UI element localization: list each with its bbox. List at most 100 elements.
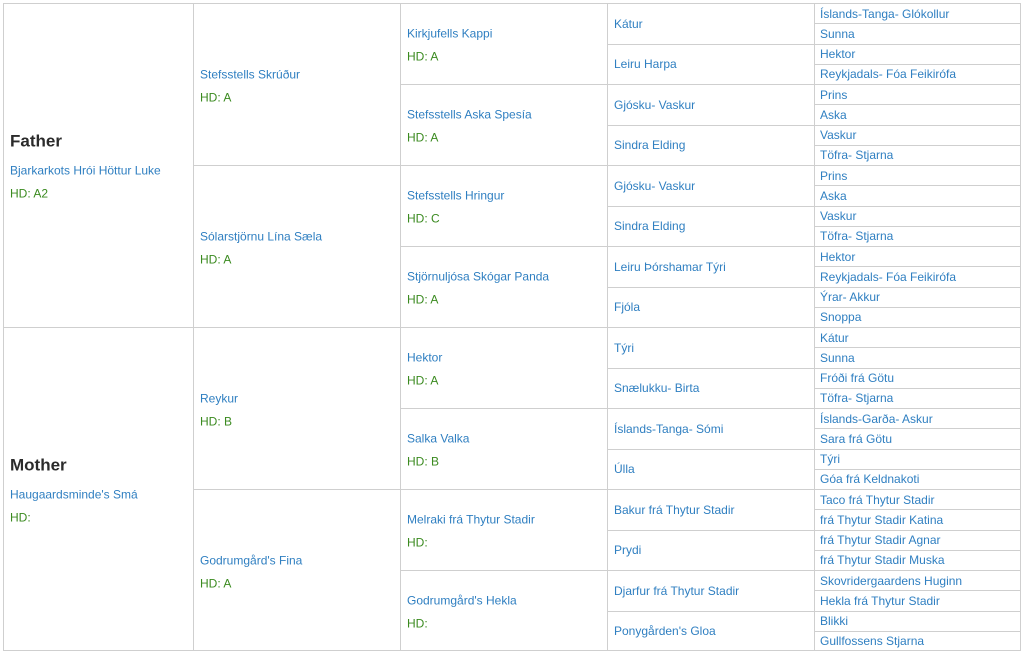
gen3-cell: Stefsstells Hringur HD: C [400, 165, 607, 246]
horse-name-link[interactable]: Fróði frá Götu [820, 371, 894, 385]
horse-name-link[interactable]: Týri [614, 341, 634, 355]
horse-name-link[interactable]: Bjarkarkots Hrói Höttur Luke [10, 163, 161, 177]
horse-name-link[interactable]: Reykjadals- Fóa Feikirófa [820, 270, 956, 284]
horse-name-link[interactable]: Töfra- Stjarna [820, 229, 893, 243]
horse-name-link[interactable]: frá Thytur Stadir Muska [820, 553, 945, 567]
horse-name-link[interactable]: Týri [820, 452, 840, 466]
horse-name-link[interactable]: Ponygården's Gloa [614, 624, 716, 638]
hd-score: HD: C [407, 211, 440, 226]
horse-name-link[interactable]: Hektor [407, 351, 442, 365]
gen4-cell: Ponygården's Gloa [607, 610, 814, 651]
horse-name-link[interactable]: Aska [820, 108, 847, 122]
horse-name-link[interactable]: Godrumgård's Hekla [407, 594, 517, 608]
gen5-cell: Reykjadals- Fóa Feikirófa [814, 266, 1021, 287]
cell-content: Skovridergaardens Huginn [820, 572, 1017, 590]
horse-name-link[interactable]: Kátur [614, 17, 643, 31]
horse-name-link[interactable]: Melraki frá Thytur Stadir [407, 513, 535, 527]
horse-name-link[interactable]: Sólarstjörnu Lína Sæla [200, 229, 322, 243]
horse-name-link[interactable]: Íslands-Tanga- Sómi [614, 422, 723, 436]
horse-name-link[interactable]: Sindra Elding [614, 219, 685, 233]
gen5-cell: Ýrar- Akkur [814, 286, 1021, 307]
horse-name-link[interactable]: Prins [820, 169, 847, 183]
horse-name-link[interactable]: Stefsstells Aska Spesía [407, 108, 532, 122]
gen5-cell: Hektor [814, 43, 1021, 64]
gen4-cell: Úlla [607, 448, 814, 489]
cell-content: frá Thytur Stadir Muska [820, 551, 1017, 569]
horse-name-link[interactable]: Stjörnuljósa Skógar Panda [407, 270, 549, 284]
horse-name-link[interactable]: Salka Valka [407, 432, 469, 446]
cell-content: Fjóla [614, 298, 810, 316]
horse-name-link[interactable]: Gjósku- Vaskur [614, 179, 695, 193]
horse-name-link[interactable]: Haugaardsminde's Smá [10, 487, 138, 501]
gen5-cell: Gullfossens Stjarna [814, 630, 1021, 651]
cell-content: Snoppa [820, 308, 1017, 326]
cell-content: Sunna [820, 349, 1017, 367]
cell-content: Aska [820, 187, 1017, 205]
cell-content: Gullfossens Stjarna [820, 632, 1017, 650]
horse-name-link[interactable]: Skovridergaardens Huginn [820, 574, 962, 588]
horse-name-link[interactable]: Sara frá Götu [820, 432, 892, 446]
cell-content: Íslands-Garða- Askur [820, 410, 1017, 428]
horse-name-link[interactable]: Leiru Þórshamar Týri [614, 260, 726, 274]
cell-content: Gjósku- Vaskur [614, 96, 810, 114]
horse-name-link[interactable]: Hekla frá Thytur Stadir [820, 594, 940, 608]
horse-name-link[interactable]: Íslands-Tanga- Glókollur [820, 7, 949, 21]
horse-name-link[interactable]: Snoppa [820, 310, 861, 324]
horse-name-link[interactable]: Vaskur [820, 209, 856, 223]
horse-name-link[interactable]: Sunna [820, 351, 855, 365]
horse-name-link[interactable]: Kirkjufells Kappi [407, 27, 492, 41]
horse-name-link[interactable]: Reykur [200, 391, 238, 405]
gen4-cell: Sindra Elding [607, 124, 814, 165]
mother-heading: Mother [10, 455, 67, 474]
horse-name-link[interactable]: Sunna [820, 27, 855, 41]
horse-name-link[interactable]: Reykjadals- Fóa Feikirófa [820, 67, 956, 81]
horse-name-link[interactable]: Sindra Elding [614, 138, 685, 152]
horse-name-link[interactable]: Snælukku- Birta [614, 381, 699, 395]
horse-name-link[interactable]: Stefsstells Skrúður [200, 67, 300, 81]
horse-name-link[interactable]: Leiru Harpa [614, 57, 677, 71]
cell-content: Góa frá Keldnakoti [820, 470, 1017, 488]
horse-name-link[interactable]: Godrumgård's Fina [200, 553, 302, 567]
horse-name-link[interactable]: Stefsstells Hringur [407, 189, 504, 203]
hd-score: HD: A [200, 252, 232, 266]
horse-name-link[interactable]: Hektor [820, 47, 855, 61]
gen2-cell: Sólarstjörnu Lína Sæla HD: A [193, 165, 400, 327]
horse-name-link[interactable]: Íslands-Garða- Askur [820, 412, 933, 426]
horse-name-link[interactable]: Prydi [614, 543, 641, 557]
gen5-cell: Fróði frá Götu [814, 367, 1021, 388]
gen1-cell: Mother Haugaardsminde's Smá HD: [3, 327, 193, 651]
horse-name-link[interactable]: Djarfur frá Thytur Stadir [614, 584, 739, 598]
horse-name-link[interactable]: frá Thytur Stadir Katina [820, 513, 943, 527]
horse-name-link[interactable]: frá Thytur Stadir Agnar [820, 533, 941, 547]
horse-name-link[interactable]: Góa frá Keldnakoti [820, 472, 919, 486]
horse-name-link[interactable]: Gullfossens Stjarna [820, 634, 924, 648]
horse-name-link[interactable]: Töfra- Stjarna [820, 391, 893, 405]
horse-name-link[interactable]: Töfra- Stjarna [820, 148, 893, 162]
cell-content: Töfra- Stjarna [820, 227, 1017, 245]
horse-name-link[interactable]: Prins [820, 88, 847, 102]
cell-content: Hektor HD: A [407, 349, 603, 388]
horse-name-link[interactable]: Úlla [614, 462, 635, 476]
horse-name-link[interactable]: Gjósku- Vaskur [614, 98, 695, 112]
horse-name-link[interactable]: Fjóla [614, 300, 640, 314]
horse-name-link[interactable]: Aska [820, 189, 847, 203]
hd-score: HD: A2 [10, 186, 49, 200]
horse-name-link[interactable]: Hektor [820, 250, 855, 264]
horse-name-link[interactable]: Bakur frá Thytur Stadir [614, 503, 735, 517]
horse-name-link[interactable]: Blikki [820, 614, 848, 628]
cell-content: Íslands-Tanga- Glókollur [820, 5, 1017, 23]
cell-content: Godrumgård's Hekla HD: [407, 592, 603, 631]
cell-content: Sólarstjörnu Lína Sæla HD: A [200, 227, 396, 266]
horse-name-link[interactable]: Taco frá Thytur Stadir [820, 493, 935, 507]
hd-score: HD: A [200, 90, 232, 104]
gen5-cell: Aska [814, 185, 1021, 206]
gen5-cell: frá Thytur Stadir Muska [814, 549, 1021, 570]
horse-name-link[interactable]: Vaskur [820, 128, 856, 142]
hd-score: HD: [407, 535, 428, 550]
gen5-cell: Reykjadals- Fóa Feikirófa [814, 63, 1021, 84]
horse-name-link[interactable]: Kátur [820, 331, 849, 345]
cell-content: Bakur frá Thytur Stadir [614, 501, 810, 519]
gen5-cell: Sunna [814, 347, 1021, 368]
gen4-cell: Bakur frá Thytur Stadir [607, 489, 814, 530]
horse-name-link[interactable]: Ýrar- Akkur [820, 290, 880, 304]
